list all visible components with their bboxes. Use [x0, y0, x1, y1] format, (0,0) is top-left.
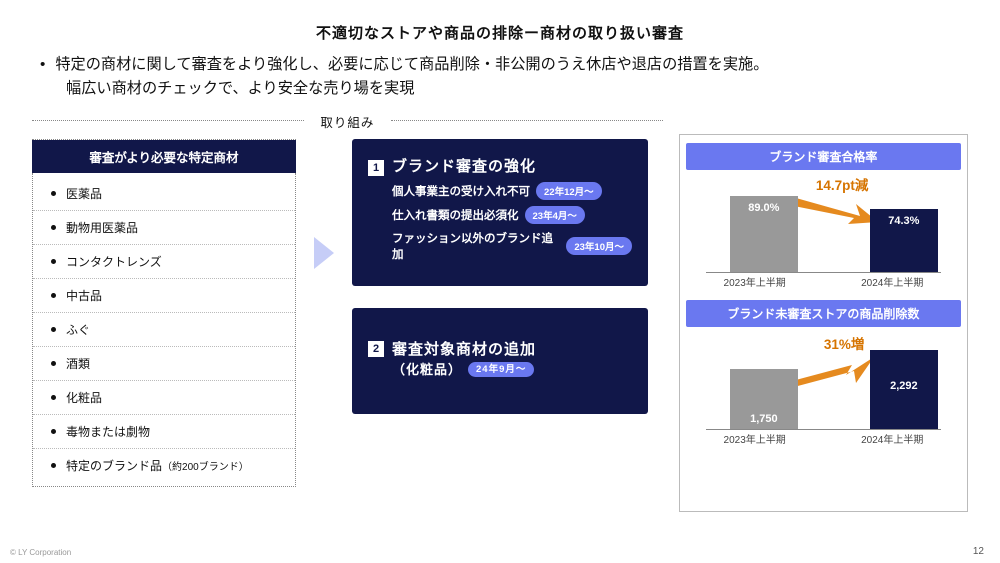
axis-line-icon	[706, 429, 941, 430]
list-item: ふぐ	[33, 312, 295, 346]
bullet-icon	[51, 429, 56, 434]
mid-column: 1 ブランド審査の強化 個人事業主の受け入れ不可22年12月〜 仕入れ書類の提出…	[352, 139, 648, 487]
slide-title: 不適切なストアや商品の排除ー商材の取り扱い審査	[0, 0, 1000, 43]
date-badge: 23年4月〜	[525, 206, 585, 224]
step-number-icon: 2	[368, 341, 384, 357]
section-label: 取り組み	[32, 112, 663, 131]
bar-2023: 1,750	[730, 369, 798, 429]
left-list: 医薬品 動物用医薬品 コンタクトレンズ 中古品 ふぐ 酒類 化粧品 毒物または劇…	[32, 173, 296, 487]
card-heading: ブランド審査の強化	[392, 155, 536, 176]
initiative-section: 取り組み 審査がより必要な特定商材 医薬品 動物用医薬品 コンタクトレンズ 中古…	[32, 112, 663, 512]
list-item: 特定のブランド品（約200ブランド）	[33, 448, 295, 486]
bullet-icon	[51, 395, 56, 400]
footer-copyright: © LY Corporation	[10, 548, 71, 557]
card-brand-review: 1 ブランド審査の強化 個人事業主の受け入れ不可22年12月〜 仕入れ書類の提出…	[352, 139, 648, 286]
card-heading: 審査対象商材の追加 （化粧品）24年9月〜	[392, 338, 536, 378]
list-item: 動物用医薬品	[33, 210, 295, 244]
arrow-up-icon	[786, 353, 876, 389]
chart1-callout: 14.7pt減	[816, 174, 869, 194]
x-axis: 2023年上半期2024年上半期	[686, 274, 961, 294]
bar-2024: 2,292	[870, 350, 938, 429]
bullet-icon	[51, 191, 56, 196]
chart-deletions: 31%増 1,750 2,292 2023年上半期2024年上半期	[686, 331, 961, 451]
sub-item: 個人事業主の受け入れ不可22年12月〜	[392, 182, 632, 200]
bullet-icon: •	[40, 53, 45, 77]
slide-root: 不適切なストアや商品の排除ー商材の取り扱い審査 • 特定の商材に関して審査をより強…	[0, 0, 1000, 563]
chart-pass-rate: 14.7pt減 89.0% 74.3% 2023年上半期2024年上半期	[686, 174, 961, 294]
sub-item: ファッション以外のブランド追加23年10月〜	[392, 230, 632, 262]
list-item: コンタクトレンズ	[33, 244, 295, 278]
left-column: 審査がより必要な特定商材 医薬品 動物用医薬品 コンタクトレンズ 中古品 ふぐ …	[32, 139, 296, 487]
right-column-charts: ブランド審査合格率 14.7pt減 89.0% 74.3% 2023年上半期20…	[679, 134, 968, 512]
list-item-note: （約200ブランド）	[162, 458, 249, 473]
lead-text: • 特定の商材に関して審査をより強化し、必要に応じて商品削除・非公開のうえ休店や退…	[0, 43, 1000, 100]
date-badge: 24年9月〜	[468, 362, 534, 377]
list-item: 中古品	[33, 278, 295, 312]
list-item: 毒物または劇物	[33, 414, 295, 448]
axis-line-icon	[706, 272, 941, 273]
card-add-category: 2 審査対象商材の追加 （化粧品）24年9月〜	[352, 308, 648, 414]
page-number: 12	[973, 546, 984, 557]
card-sublist: 個人事業主の受け入れ不可22年12月〜 仕入れ書類の提出必須化23年4月〜 ファ…	[368, 182, 632, 262]
list-item: 医薬品	[33, 173, 295, 210]
chart2-title: ブランド未審査ストアの商品削除数	[686, 300, 961, 327]
date-badge: 22年12月〜	[536, 182, 602, 200]
step-number-icon: 1	[368, 160, 384, 176]
left-header: 審査がより必要な特定商材	[32, 140, 296, 173]
arrow-right-icon	[310, 233, 338, 273]
divider-icon	[32, 120, 304, 121]
list-item: 酒類	[33, 346, 295, 380]
bar-2023: 89.0%	[730, 196, 798, 272]
divider-icon	[391, 120, 663, 121]
x-axis: 2023年上半期2024年上半期	[686, 431, 961, 451]
sub-item: 仕入れ書類の提出必須化23年4月〜	[392, 206, 632, 224]
content-row: 取り組み 審査がより必要な特定商材 医薬品 動物用医薬品 コンタクトレンズ 中古…	[0, 112, 1000, 512]
bullet-icon	[51, 463, 56, 468]
arrow-down-icon	[790, 192, 880, 228]
bullet-icon	[51, 327, 56, 332]
date-badge: 23年10月〜	[566, 237, 632, 255]
initiative-columns: 審査がより必要な特定商材 医薬品 動物用医薬品 コンタクトレンズ 中古品 ふぐ …	[32, 139, 663, 487]
bullet-icon	[51, 361, 56, 366]
lead-line-1: 特定の商材に関して審査をより強化し、必要に応じて商品削除・非公開のうえ休店や退店…	[55, 56, 768, 73]
chart2-callout: 31%増	[824, 333, 865, 353]
bullet-icon	[51, 293, 56, 298]
lead-line-2: 幅広い商材のチェックで、より安全な売り場を実現	[40, 77, 960, 101]
bullet-icon	[51, 259, 56, 264]
chart1-title: ブランド審査合格率	[686, 143, 961, 170]
bar-2024: 74.3%	[870, 209, 938, 272]
list-item: 化粧品	[33, 380, 295, 414]
bullet-icon	[51, 225, 56, 230]
left-box: 審査がより必要な特定商材 医薬品 動物用医薬品 コンタクトレンズ 中古品 ふぐ …	[32, 139, 296, 487]
